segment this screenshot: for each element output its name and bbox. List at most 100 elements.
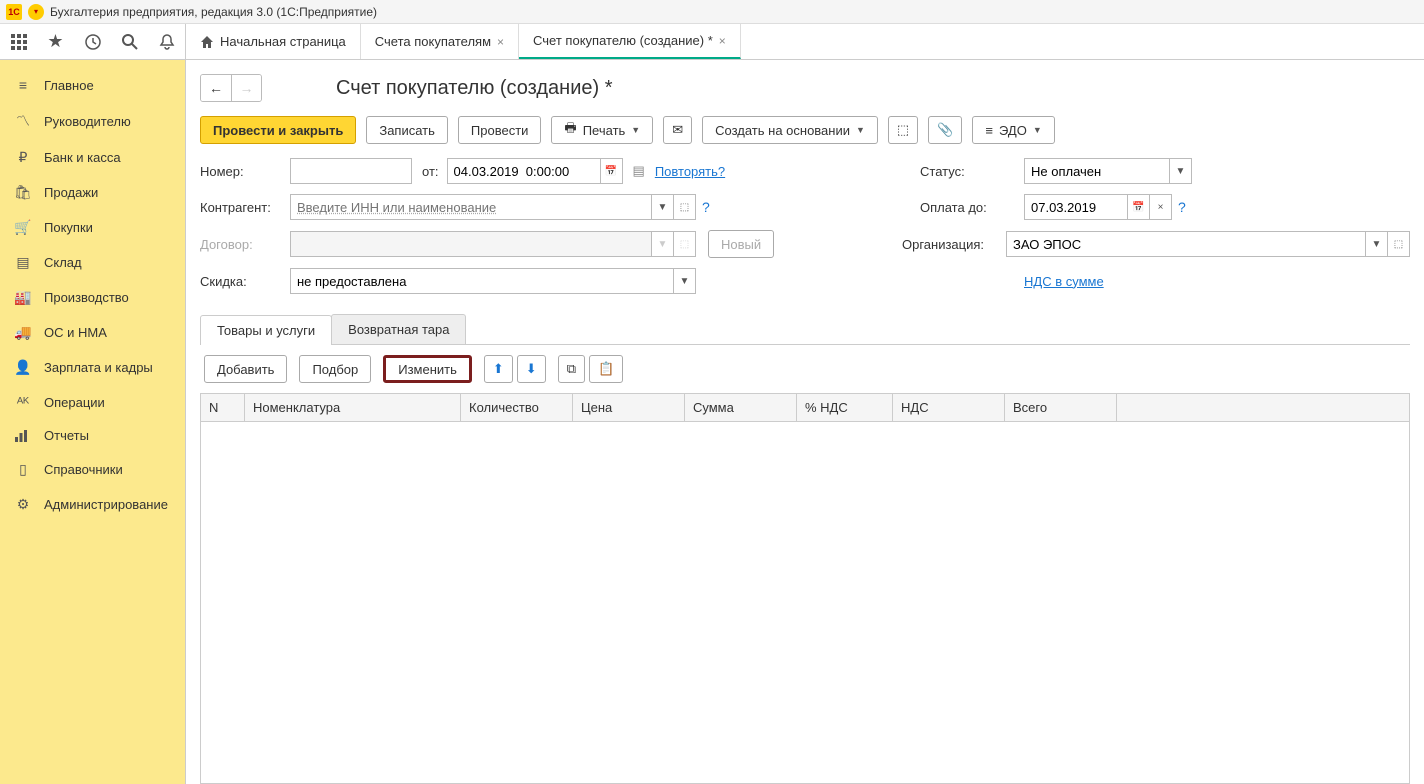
form-row-counterparty: Контрагент: ▼ ⬚ ? Оплата до: 📅 × (200, 194, 1410, 220)
sidebar-item-reports[interactable]: Отчеты (0, 419, 185, 452)
sidebar-item-label: Банк и касса (44, 150, 121, 165)
sidebar-item-bank[interactable]: ₽ Банк и касса (0, 140, 185, 175)
bag-icon: 🛍 (14, 184, 32, 201)
paste-button[interactable]: 📋 (589, 355, 623, 383)
pay-before-input[interactable] (1024, 194, 1128, 220)
sidebar-item-assets[interactable]: 🚚ОС и НМА (0, 315, 185, 350)
bell-icon[interactable] (156, 31, 178, 53)
move-buttons: ⬆ ⬇ (484, 355, 546, 383)
open-icon[interactable]: ⬚ (674, 194, 696, 220)
vat-in-sum-link[interactable]: НДС в сумме (1024, 274, 1104, 289)
discount-value[interactable] (290, 268, 674, 294)
move-down-button[interactable]: ⬇ (517, 355, 546, 383)
add-row-button[interactable]: Добавить (204, 355, 287, 383)
save-button[interactable]: Записать (366, 116, 448, 144)
col-sum[interactable]: Сумма (685, 394, 797, 421)
counterparty-input[interactable] (290, 194, 652, 220)
discount-label: Скидка: (200, 274, 290, 289)
move-up-button[interactable]: ⬆ (484, 355, 513, 383)
attachment-button[interactable]: 📎 (928, 116, 962, 144)
sidebar-item-purchases[interactable]: 🛒Покупки (0, 210, 185, 245)
operations-icon: ᴬᴷ (14, 394, 32, 410)
email-button[interactable]: ✉ (663, 116, 692, 144)
back-button[interactable]: ← (201, 75, 231, 101)
help-icon[interactable]: ? (702, 199, 710, 215)
sidebar-item-warehouse[interactable]: ▤Склад (0, 245, 185, 280)
selection-button[interactable]: Подбор (299, 355, 371, 383)
chevron-down-icon[interactable]: ▼ (1170, 158, 1192, 184)
nav-arrows: ← → (200, 74, 262, 102)
col-nomenclature[interactable]: Номенклатура (245, 394, 461, 421)
col-total[interactable]: Всего (1005, 394, 1117, 421)
envelope-icon: ✉ (672, 122, 683, 138)
form-row-number: Номер: от: 📅 ▤ Повторять? Статус: ▼ (200, 158, 1410, 184)
search-icon[interactable] (119, 31, 141, 53)
copy-button[interactable]: ⧉ (558, 355, 585, 383)
sidebar-item-salary[interactable]: 👤Зарплата и кадры (0, 350, 185, 385)
sidebar-item-label: Производство (44, 290, 129, 305)
sidebar-item-operations[interactable]: ᴬᴷОперации (0, 385, 185, 419)
tab-goods[interactable]: Товары и услуги (200, 315, 332, 345)
goods-table: N Номенклатура Количество Цена Сумма % Н… (200, 393, 1410, 784)
col-vat[interactable]: НДС (893, 394, 1005, 421)
status-value[interactable] (1024, 158, 1170, 184)
org-input[interactable] (1006, 231, 1366, 257)
create-based-on-button[interactable]: Создать на основании ▼ (702, 116, 878, 144)
close-icon[interactable]: × (497, 35, 504, 49)
structure-button[interactable]: ⬚ (888, 116, 918, 144)
status-select[interactable]: ▼ (1024, 158, 1192, 184)
calendar-icon[interactable]: 📅 (1128, 194, 1150, 220)
chevron-down-icon[interactable]: ▼ (1366, 231, 1388, 257)
history-icon[interactable] (82, 31, 104, 53)
edo-button[interactable]: ≡ ЭДО ▼ (972, 116, 1054, 144)
post-button[interactable]: Провести (458, 116, 542, 144)
forward-button[interactable]: → (231, 75, 261, 101)
book-icon: ▯ (14, 461, 32, 478)
printer-icon: 🖶 (564, 119, 576, 141)
sidebar-item-admin[interactable]: ⚙Администрирование (0, 487, 185, 522)
sidebar-item-main[interactable]: ≡Главное (0, 68, 185, 102)
app-menu-dropdown-icon[interactable]: ▾ (28, 4, 44, 20)
date-input[interactable] (447, 158, 601, 184)
tab-invoice-create-label: Счет покупателю (создание) * (533, 33, 713, 48)
sidebar-item-refs[interactable]: ▯Справочники (0, 452, 185, 487)
clear-icon[interactable]: × (1150, 194, 1172, 220)
help-icon[interactable]: ? (1178, 199, 1186, 215)
tab-home[interactable]: Начальная страница (186, 24, 361, 59)
sidebar-item-label: Зарплата и кадры (44, 360, 153, 375)
status-label: Статус: (920, 164, 1024, 179)
tab-invoice-create[interactable]: Счет покупателю (создание) * × (519, 24, 741, 59)
tabstrip: Начальная страница Счета покупателям × С… (186, 24, 741, 59)
number-input[interactable] (290, 158, 412, 184)
top-toolbar: ★ Начальная страница Счета покупателям ×… (0, 24, 1424, 60)
col-quantity[interactable]: Количество (461, 394, 573, 421)
star-icon[interactable]: ★ (45, 31, 67, 53)
ruble-icon: ₽ (14, 149, 32, 166)
action-bar: Провести и закрыть Записать Провести 🖶 П… (200, 116, 1410, 144)
list-icon[interactable]: ▤ (633, 163, 645, 179)
tab-invoices[interactable]: Счета покупателям × (361, 24, 519, 59)
document-tabs: Товары и услуги Возвратная тара (200, 314, 1410, 345)
col-n[interactable]: N (201, 394, 245, 421)
col-price[interactable]: Цена (573, 394, 685, 421)
print-button[interactable]: 🖶 Печать ▼ (551, 116, 653, 144)
tab-returnable-tare[interactable]: Возвратная тара (331, 314, 466, 344)
apps-grid-icon[interactable] (8, 31, 30, 53)
chevron-down-icon[interactable]: ▼ (674, 268, 696, 294)
close-icon[interactable]: × (719, 34, 726, 48)
sidebar-item-production[interactable]: 🏭Производство (0, 280, 185, 315)
sidebar-item-sales[interactable]: 🛍Продажи (0, 175, 185, 210)
change-button[interactable]: Изменить (383, 355, 472, 383)
calendar-icon[interactable]: 📅 (601, 158, 623, 184)
new-contract-button[interactable]: Новый (708, 230, 774, 258)
chevron-down-icon[interactable]: ▼ (652, 194, 674, 220)
discount-select[interactable]: ▼ (290, 268, 696, 294)
post-and-close-button[interactable]: Провести и закрыть (200, 116, 356, 144)
table-toolbar: Добавить Подбор Изменить ⬆ ⬇ ⧉ 📋 (200, 345, 1410, 393)
repeat-link[interactable]: Повторять? (655, 164, 725, 179)
col-vat-percent[interactable]: % НДС (797, 394, 893, 421)
print-label: Печать (583, 123, 626, 138)
sidebar-item-manager[interactable]: 〽Руководителю (0, 102, 185, 140)
open-icon[interactable]: ⬚ (1388, 231, 1410, 257)
top-toolbar-left: ★ (0, 24, 186, 59)
